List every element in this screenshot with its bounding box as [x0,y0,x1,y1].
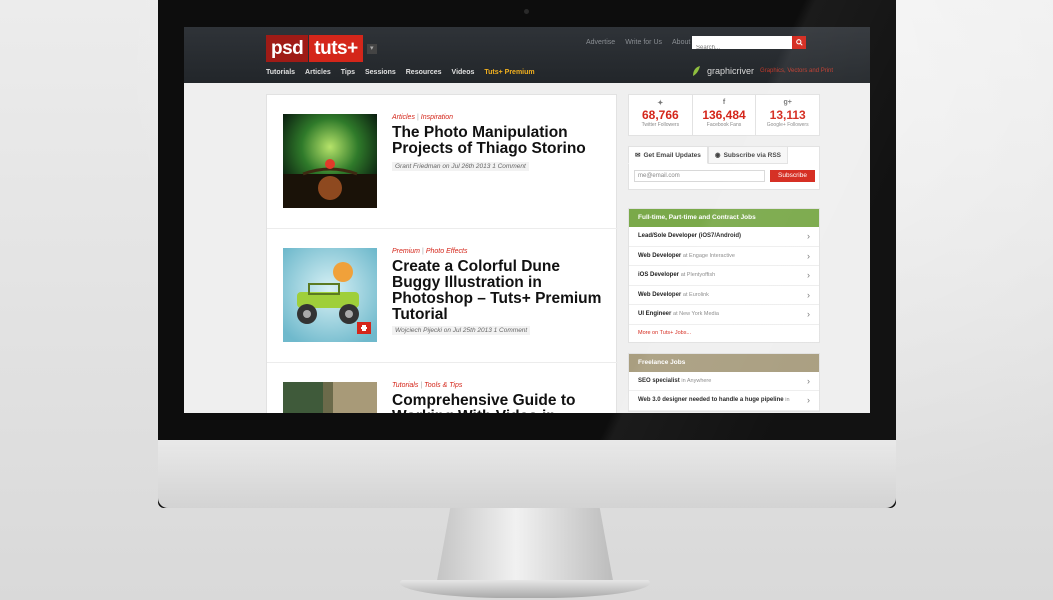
subscribe-button[interactable]: Subscribe [770,170,815,182]
monitor: psd tuts+ ▾ Advertise Write for Us About… [158,0,896,508]
article-list: Articles | Inspiration The Photo Manipulat… [266,94,618,413]
link-advertise[interactable]: Advertise [586,39,615,46]
social-facebook[interactable]: f 136,484 Facebook Fans [693,95,757,135]
envelope-icon: ✉ [635,152,641,159]
job-title: Web 3.0 designer needed to handle a huge… [638,397,790,404]
link-about[interactable]: About [672,39,690,46]
article-meta: Wojciech Pijecki on Jul 25th 2013 1 Comm… [392,326,531,335]
job-title: Web Developer at Eurolink [638,291,709,298]
screen: psd tuts+ ▾ Advertise Write for Us About… [184,27,870,413]
graphicriver-leaf-icon [693,66,700,76]
chevron-right-icon: › [807,270,810,281]
article-item[interactable]: Articles | Inspiration The Photo Manipulat… [267,95,618,229]
chevron-right-icon: › [807,375,810,386]
nav-tips[interactable]: Tips [341,69,355,76]
job-row[interactable]: UI Engineer at New York Media › [629,305,819,325]
chevron-right-icon: › [807,289,810,300]
category-link[interactable]: Premium [392,248,420,255]
site-logo[interactable]: psd tuts+ ▾ [266,35,377,62]
tab-email-updates[interactable]: ✉ Get Email Updates [628,146,708,164]
freelance-heading: Freelance Jobs [629,353,819,372]
job-title: SEO specialist in Anywhere [638,377,712,384]
link-write-for-us[interactable]: Write for Us [625,39,662,46]
job-row[interactable]: Lead/Sole Developer (iOS7/Android) › [629,227,819,247]
article-title[interactable]: Comprehensive Guide to Working With Vide… [392,393,607,414]
nav-videos[interactable]: Videos [452,69,475,76]
article-item[interactable]: Tutorials | Tools & Tips Comprehensive Gui… [267,363,618,413]
nav-sessions[interactable]: Sessions [365,69,396,76]
job-row[interactable]: iOS Developer at Plentyoffish › [629,266,819,286]
sidebar: ✦ 68,766 Twitter Followers f 136,484 Fac… [628,94,820,412]
social-counts: ✦ 68,766 Twitter Followers f 136,484 Fac… [628,94,820,136]
social-label: Facebook Fans [706,122,742,128]
chevron-right-icon: › [807,395,810,406]
chevron-right-icon: › [807,309,810,320]
article-thumbnail[interactable] [283,114,377,208]
jobs-widget: Full-time, Part-time and Contract Jobs L… [628,208,820,343]
logo-psd: psd [266,35,309,62]
jobs-heading: Full-time, Part-time and Contract Jobs [629,209,819,227]
category-link[interactable]: Tutorials [392,382,418,389]
site-header: psd tuts+ ▾ Advertise Write for Us About… [184,27,870,83]
social-googleplus[interactable]: g+ 13,113 Google+ Followers [756,95,819,135]
article-categories: Premium | Photo Effects [392,248,468,255]
job-title: iOS Developer at Plentyoffish [638,272,716,279]
article-thumbnail[interactable] [283,382,377,413]
category-link[interactable]: Inspiration [421,114,453,121]
email-input[interactable]: me@email.com [634,170,765,182]
freelance-row[interactable]: Web 3.0 designer needed to handle a huge… [629,391,819,411]
graphicriver-tagline: Graphics, Vectors and Print [760,68,834,74]
top-links: Advertise Write for Us About [586,39,690,46]
chevron-right-icon: › [807,231,810,242]
monitor-base [400,580,650,598]
monitor-stand [436,508,614,586]
nav-resources[interactable]: Resources [406,69,442,76]
nav-tutorials[interactable]: Tutorials [266,69,295,76]
graphicriver-promo[interactable]: graphicriver Graphics, Vectors and Print [691,65,833,77]
social-label: Twitter Followers [641,122,680,128]
tab-label: Subscribe via RSS [723,151,782,159]
social-count: 68,766 [641,108,679,122]
nav-tuts-premium[interactable]: Tuts+ Premium [484,69,534,76]
chevron-right-icon: › [807,250,810,261]
search-icon [795,39,803,46]
camera [524,9,529,14]
article-meta: Grant Friedman on Jul 26th 2013 1 Commen… [392,162,529,171]
category-link[interactable]: Tools & Tips [424,382,462,389]
social-count: 136,484 [702,108,746,122]
network-dropdown-icon[interactable]: ▾ [366,43,377,54]
social-twitter[interactable]: ✦ 68,766 Twitter Followers [629,95,693,135]
tab-label: Get Email Updates [643,151,701,159]
job-title: Lead/Sole Developer (iOS7/Android) [638,233,742,240]
article-item[interactable]: Premium | Photo Effects Create a Colorful … [267,229,618,363]
monitor-chin [158,440,896,508]
article-thumbnail[interactable] [283,248,377,342]
article-categories: Tutorials | Tools & Tips [392,382,463,389]
email-signup: ✉ Get Email Updates ◉ Subscribe via RSS me… [628,146,820,190]
article-categories: Articles | Inspiration [392,114,454,121]
category-link[interactable]: Articles [392,114,415,121]
category-link[interactable]: Photo Effects [426,248,468,255]
freelance-row[interactable]: SEO specialist in Anywhere › [629,372,819,391]
search-button[interactable] [792,36,806,49]
article-title[interactable]: Create a Colorful Dune Buggy Illustratio… [392,259,607,323]
search-box [692,36,806,55]
main-nav: Tutorials Articles Tips Sessions Resourc… [266,69,535,76]
tab-rss[interactable]: ◉ Subscribe via RSS [707,146,789,164]
job-row[interactable]: Web Developer at Engage Interactive › [629,247,819,266]
rss-icon: ◉ [714,152,721,159]
social-count: 13,113 [769,108,806,122]
freelance-widget: Freelance Jobs SEO specialist in Anywher… [628,352,820,412]
more-jobs-link[interactable]: More on Tuts+ Jobs... [629,325,819,342]
job-title: Web Developer at Engage Interactive [638,252,735,259]
job-title: UI Engineer at New York Media [638,311,719,318]
email-tabs: ✉ Get Email Updates ◉ Subscribe via RSS [628,146,789,164]
graphicriver-name: graphicriver [707,66,755,76]
nav-articles[interactable]: Articles [305,69,331,76]
job-row[interactable]: Web Developer at Eurolink › [629,286,819,305]
search-input[interactable] [692,41,792,55]
social-label: Google+ Followers [766,122,809,128]
logo-tuts: tuts+ [309,35,363,62]
article-title[interactable]: The Photo Manipulation Projects of Thiag… [392,125,607,157]
